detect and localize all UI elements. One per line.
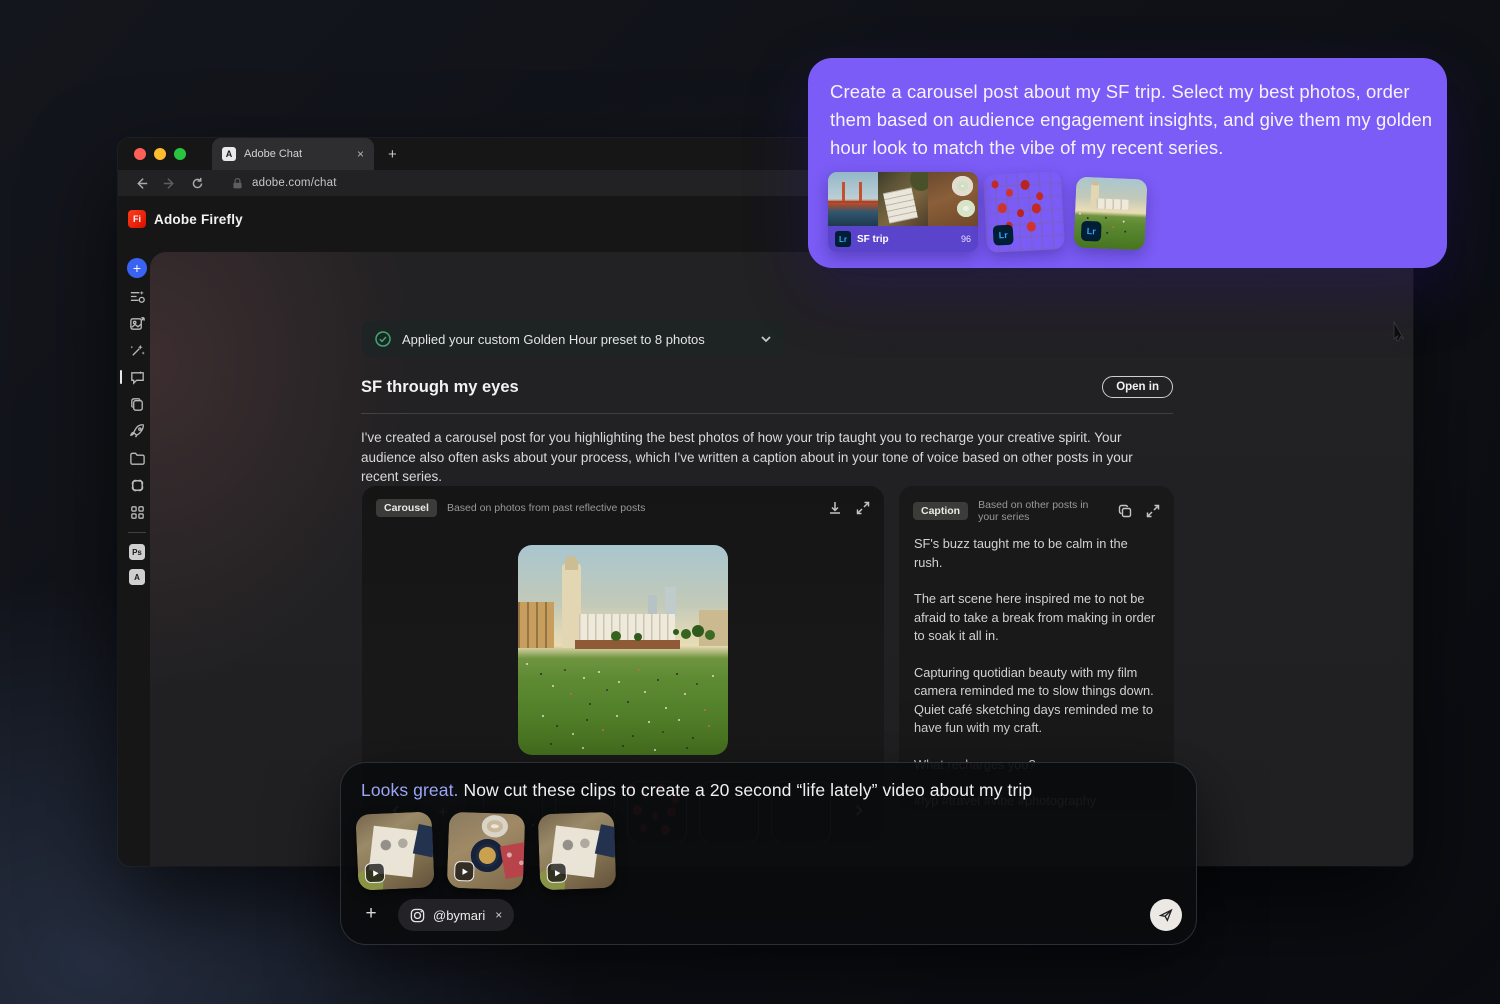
caption-paragraph: Capturing quotidian beauty with my film … xyxy=(914,664,1159,738)
caption-badge: Caption xyxy=(913,502,968,520)
matcha-photo xyxy=(928,172,978,226)
app-header: Fi Adobe Firefly xyxy=(128,210,243,228)
send-icon xyxy=(1158,907,1174,923)
album-count: 96 xyxy=(961,234,971,244)
add-attachment-button[interactable]: + xyxy=(361,905,381,925)
album-name: SF trip xyxy=(857,234,955,245)
new-tab-button[interactable]: + xyxy=(388,146,397,163)
result-title: SF through my eyes xyxy=(361,378,1102,397)
download-icon[interactable] xyxy=(828,501,842,515)
composer[interactable]: Looks great. Now cut these clips to crea… xyxy=(340,762,1197,945)
window-controls[interactable] xyxy=(134,148,186,160)
presets-icon[interactable] xyxy=(128,287,146,305)
attachment-thumb-lanterns[interactable]: Lr xyxy=(983,171,1065,253)
status-banner[interactable]: Applied your custom Golden Hour preset t… xyxy=(362,321,785,357)
express-icon[interactable]: A xyxy=(129,569,145,585)
tab-title: Adobe Chat xyxy=(244,148,349,160)
stack-icon[interactable] xyxy=(128,476,146,494)
forward-icon[interactable] xyxy=(163,177,176,190)
adobe-favicon-icon: A xyxy=(222,147,236,161)
rocket-icon[interactable] xyxy=(128,422,146,440)
carousel-main-image[interactable] xyxy=(518,545,728,755)
lightroom-icon: Lr xyxy=(1081,221,1102,242)
mouse-cursor xyxy=(1392,320,1408,342)
result-description: I've created a carousel post for you hig… xyxy=(361,428,1161,487)
lightroom-album-card[interactable]: Lr SF trip 96 xyxy=(828,172,978,252)
clip-thumbnail-coffee[interactable] xyxy=(447,812,526,891)
create-plus-button[interactable]: + xyxy=(127,258,147,278)
expand-icon[interactable] xyxy=(856,501,870,515)
open-in-button[interactable]: Open in xyxy=(1102,376,1173,398)
chevron-down-icon[interactable] xyxy=(759,332,773,346)
browser-tab[interactable]: A Adobe Chat × xyxy=(212,138,374,170)
play-icon xyxy=(454,861,475,882)
expand-icon[interactable] xyxy=(1146,504,1160,518)
firefly-logo-icon: Fi xyxy=(128,210,146,228)
composer-message-highlight: Looks great. xyxy=(361,780,459,800)
duplicate-icon[interactable] xyxy=(128,395,146,413)
play-icon xyxy=(365,862,386,883)
apps-icon[interactable] xyxy=(128,503,146,521)
tab-close-icon[interactable]: × xyxy=(357,147,364,161)
divider xyxy=(361,413,1173,414)
instagram-icon xyxy=(410,908,425,923)
sidebar: + Ps A xyxy=(125,258,149,585)
composer-message-rest: Now cut these clips to create a 20 secon… xyxy=(459,780,1033,800)
folder-icon[interactable] xyxy=(128,449,146,467)
remove-mention-icon[interactable]: × xyxy=(495,908,502,922)
user-prompt-bubble: Create a carousel post about my SF trip.… xyxy=(808,58,1447,268)
composer-message[interactable]: Looks great. Now cut these clips to crea… xyxy=(361,780,1176,801)
clip-thumbnail-sketchbook[interactable] xyxy=(355,811,434,890)
lightroom-icon: Lr xyxy=(993,225,1014,246)
user-prompt-text: Create a carousel post about my SF trip.… xyxy=(830,78,1434,162)
caption-paragraph: SF's buzz taught me to be calm in the ru… xyxy=(914,535,1159,572)
caption-paragraph: The art scene here inspired me to not be… xyxy=(914,590,1159,646)
status-banner-text: Applied your custom Golden Hour preset t… xyxy=(402,332,749,347)
sidebar-divider xyxy=(128,532,146,533)
carousel-badge: Carousel xyxy=(376,499,437,517)
check-circle-icon xyxy=(374,330,392,348)
url-text[interactable]: adobe.com/chat xyxy=(252,177,337,189)
clip-thumbnail-sketchbook-2[interactable] xyxy=(538,812,617,891)
back-icon[interactable] xyxy=(135,177,148,190)
bridge-photo xyxy=(828,172,878,226)
play-icon xyxy=(546,862,567,883)
reload-icon[interactable] xyxy=(191,177,204,190)
attached-clips xyxy=(357,813,615,889)
magic-wand-icon[interactable] xyxy=(128,341,146,359)
brand-name: Adobe Firefly xyxy=(154,212,243,227)
mention-chip[interactable]: @bymari × xyxy=(398,899,514,931)
zoom-window-button[interactable] xyxy=(174,148,186,160)
park-photo xyxy=(518,545,728,755)
chat-icon[interactable] xyxy=(128,368,146,386)
minimize-window-button[interactable] xyxy=(154,148,166,160)
close-window-button[interactable] xyxy=(134,148,146,160)
send-button[interactable] xyxy=(1150,899,1182,931)
copy-icon[interactable] xyxy=(1118,504,1132,518)
lock-icon xyxy=(231,177,244,190)
image-generate-icon[interactable] xyxy=(128,314,146,332)
sketch-photo xyxy=(878,172,928,226)
caption-subtitle: Based on other posts in your series xyxy=(978,499,1108,523)
attachment-thumb-park[interactable]: Lr xyxy=(1073,176,1147,250)
carousel-subtitle: Based on photos from past reflective pos… xyxy=(447,502,818,514)
lightroom-icon: Lr xyxy=(835,231,851,247)
mention-handle: @bymari xyxy=(433,908,485,923)
photoshop-icon[interactable]: Ps xyxy=(129,544,145,560)
